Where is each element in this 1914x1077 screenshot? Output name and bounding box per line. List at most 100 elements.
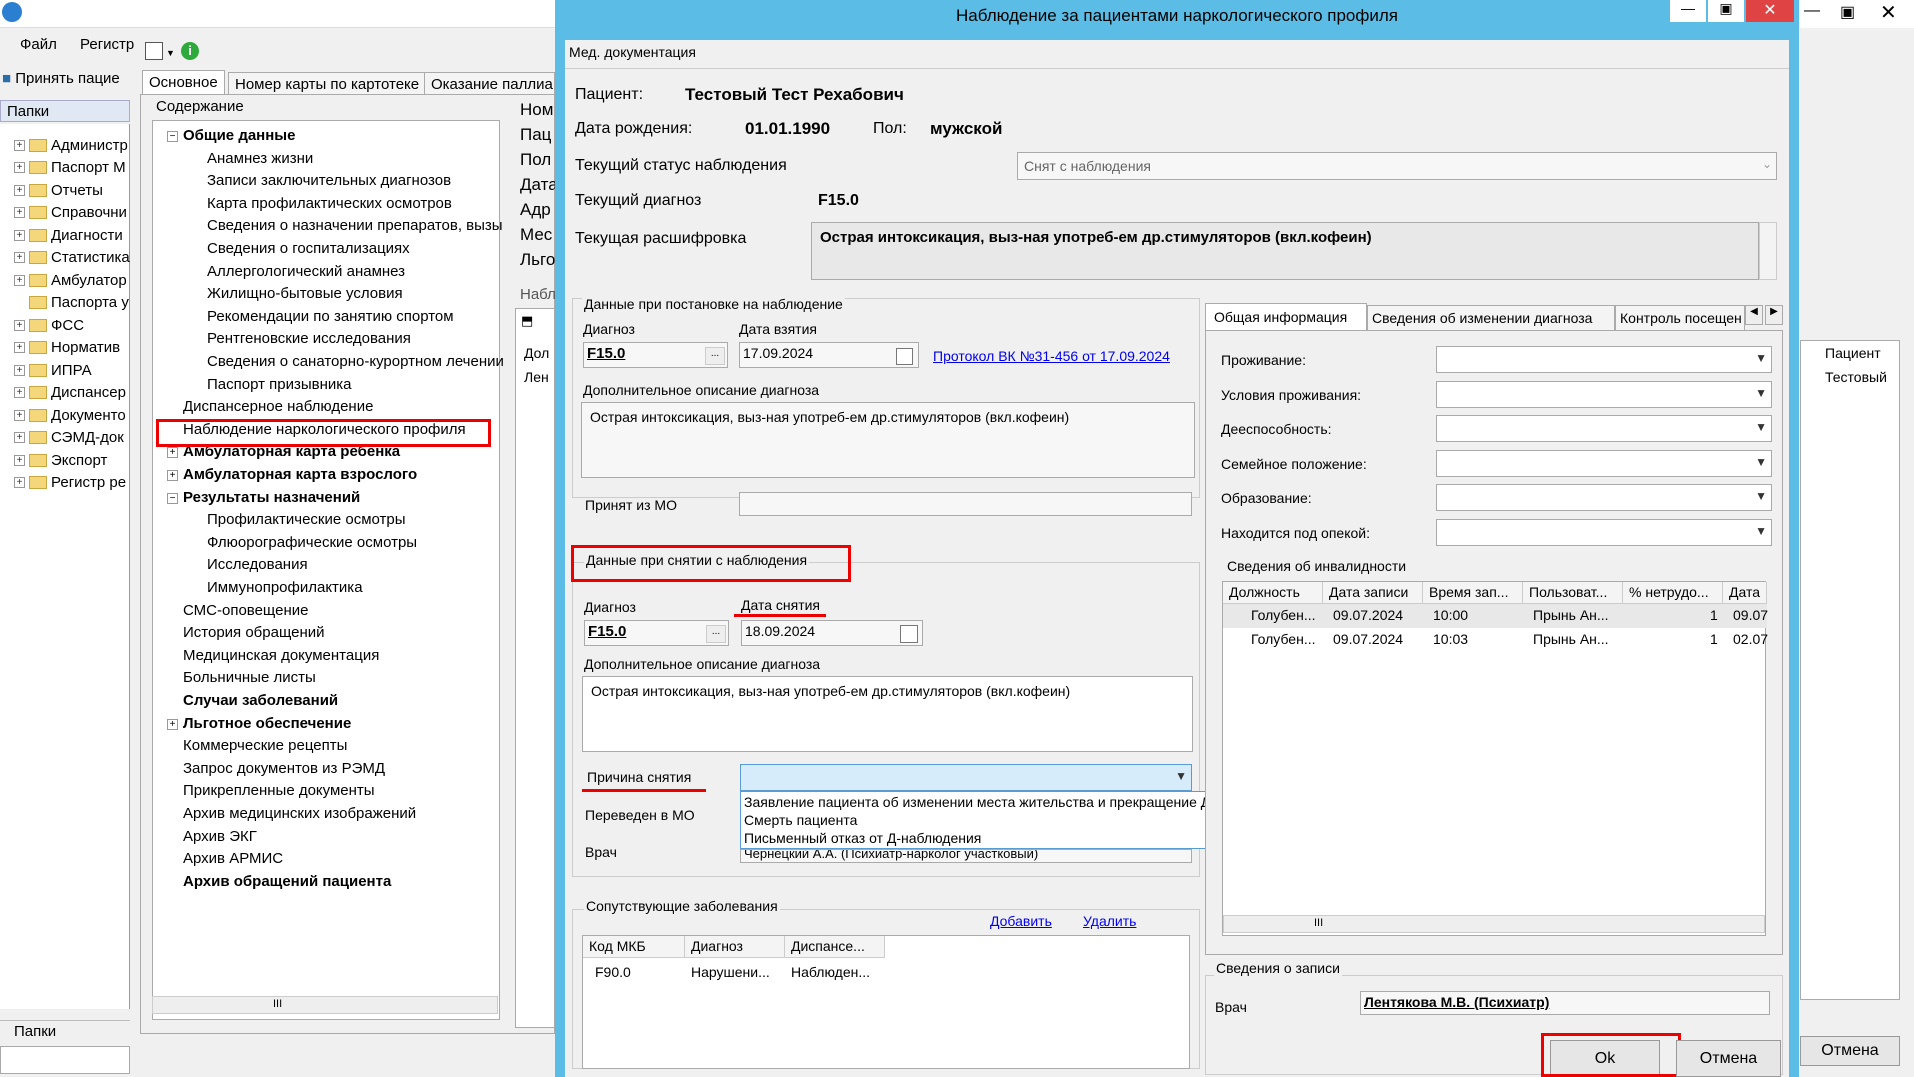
reason-option[interactable]: Письменный отказ от Д-наблюдения bbox=[744, 830, 981, 846]
disability-hscrollbar[interactable]: III bbox=[1223, 915, 1765, 933]
tree-item[interactable]: Архив обращений пациента bbox=[183, 873, 391, 890]
col-header[interactable]: Пользоват... bbox=[1523, 582, 1623, 604]
folder-item[interactable]: + Справочни bbox=[14, 202, 127, 224]
from-mo-input[interactable] bbox=[739, 492, 1192, 516]
folder-item[interactable]: + Статистика bbox=[14, 247, 130, 269]
reg-diag-browse-button[interactable]: ... bbox=[705, 347, 725, 365]
accept-patient-button[interactable]: ■ Принять пацие bbox=[2, 70, 120, 87]
col-header[interactable]: Должность bbox=[1223, 582, 1323, 604]
tab-diag-change[interactable]: Сведения об изменении диагноза bbox=[1367, 305, 1615, 331]
delete-link[interactable]: Удалить bbox=[1083, 913, 1136, 929]
table-cell[interactable]: Прынь Ан... bbox=[1533, 631, 1609, 647]
table-cell[interactable]: F90.0 bbox=[595, 964, 631, 980]
info-field-select[interactable]: ▼ bbox=[1436, 519, 1772, 546]
expand-icon[interactable]: + bbox=[14, 387, 25, 398]
dialog-minimize-icon[interactable]: — bbox=[1670, 0, 1706, 22]
info-field-select[interactable]: ▼ bbox=[1436, 484, 1772, 512]
reason-option[interactable]: Смерть пациента bbox=[744, 812, 857, 828]
tree-item[interactable]: Карта профилактических осмотров bbox=[207, 195, 452, 212]
expand-icon[interactable]: + bbox=[14, 252, 25, 263]
tree-item[interactable]: Запрос документов из РЭМД bbox=[183, 760, 385, 777]
tree-item[interactable]: Медицинская документация bbox=[183, 647, 379, 664]
info-icon[interactable]: i bbox=[181, 42, 199, 60]
expand-icon[interactable]: + bbox=[14, 432, 25, 443]
table-cell[interactable]: 10:03 bbox=[1433, 631, 1468, 647]
tree-item[interactable]: Анамнез жизни bbox=[207, 150, 313, 167]
tab-visit-control[interactable]: Контроль посещен bbox=[1615, 305, 1745, 331]
collapse-icon[interactable]: − bbox=[167, 131, 178, 142]
tree-item[interactable]: Иммунопрофилактика bbox=[207, 579, 363, 596]
rem-date-input[interactable]: 18.09.2024 bbox=[741, 620, 923, 646]
chevron-down-icon[interactable]: ▼ bbox=[166, 48, 175, 58]
info-field-select[interactable]: ▼ bbox=[1436, 449, 1772, 477]
rem-desc-textarea[interactable]: Острая интоксикация, выз-ная употреб-ем … bbox=[582, 676, 1193, 752]
maximize-icon[interactable]: ▣ bbox=[1840, 2, 1855, 22]
table-cell[interactable]: 02.07 bbox=[1733, 631, 1768, 647]
expand-icon[interactable]: + bbox=[167, 470, 178, 481]
minimize-icon[interactable]: — bbox=[1804, 2, 1820, 20]
expand-icon[interactable]: + bbox=[14, 364, 25, 376]
expand-icon[interactable]: + bbox=[14, 162, 25, 173]
expand-icon[interactable]: + bbox=[14, 454, 25, 466]
col-header[interactable]: Диспансе... bbox=[785, 936, 885, 958]
tree-item[interactable]: Прикрепленные документы bbox=[183, 782, 375, 799]
folder-item[interactable]: + Экспорт bbox=[14, 449, 107, 471]
menu-register[interactable]: Регистр bbox=[80, 36, 134, 53]
tab-scroll-left-icon[interactable]: ◀ bbox=[1745, 305, 1763, 325]
expand-icon[interactable]: + bbox=[167, 447, 178, 459]
folder-item[interactable]: + Диагности bbox=[14, 224, 123, 246]
add-link[interactable]: Добавить bbox=[990, 913, 1052, 929]
info-field-select[interactable]: ▼ bbox=[1436, 415, 1772, 443]
rem-diag-browse-button[interactable]: ... bbox=[706, 625, 726, 643]
table-cell[interactable]: 09.07.2024 bbox=[1333, 631, 1403, 647]
main-cancel-button[interactable]: Отмена bbox=[1800, 1036, 1900, 1066]
add-row-icon[interactable]: ⬒ bbox=[521, 313, 533, 329]
tree-item[interactable]: Случаи заболеваний bbox=[183, 692, 338, 709]
folder-item[interactable]: + ИПРА bbox=[14, 359, 92, 381]
expand-icon[interactable]: + bbox=[14, 477, 25, 488]
info-field-select[interactable]: ▼ bbox=[1436, 346, 1772, 373]
folder-item[interactable]: + Отчеты bbox=[14, 179, 103, 201]
protocol-link[interactable]: Протокол ВК №31-456 от 17.09.2024 bbox=[933, 348, 1170, 364]
folder-item[interactable]: + Паспорт М bbox=[14, 157, 126, 179]
folder-item[interactable]: + Регистр ре bbox=[14, 472, 126, 494]
tree-item[interactable]: Архив ЭКГ bbox=[183, 828, 257, 845]
save-icon[interactable] bbox=[145, 42, 163, 60]
calendar-icon[interactable] bbox=[900, 625, 918, 643]
tree-item[interactable]: Амбулаторная карта взрослого bbox=[183, 466, 417, 483]
tree-item[interactable]: Диспансерное наблюдение bbox=[183, 398, 373, 415]
folder-item[interactable]: + Норматив bbox=[14, 337, 120, 359]
tree-item[interactable]: Архив медицинских изображений bbox=[183, 805, 416, 822]
tree-item[interactable]: Результаты назначений bbox=[183, 489, 360, 506]
expand-icon[interactable]: + bbox=[14, 184, 25, 196]
folder-item[interactable]: + Амбулатор bbox=[14, 269, 127, 291]
doctor-input[interactable]: Чернецкий А.А. (Психиатр-нарколог участк… bbox=[740, 849, 1192, 863]
table-cell[interactable]: Нарушени... bbox=[691, 964, 783, 980]
tree-item[interactable]: Больничные листы bbox=[183, 669, 316, 686]
tree-hscrollbar[interactable]: III bbox=[152, 996, 498, 1014]
cancel-button[interactable]: Отмена bbox=[1676, 1040, 1781, 1077]
folder-item[interactable]: + ФСС bbox=[14, 314, 84, 336]
decode-scrollbar[interactable] bbox=[1759, 222, 1777, 280]
col-header[interactable]: Код МКБ bbox=[583, 936, 685, 958]
reg-date-input[interactable]: 17.09.2024 bbox=[739, 342, 919, 368]
col-header[interactable]: Диагноз bbox=[685, 936, 785, 958]
table-cell[interactable]: Наблюден... bbox=[791, 964, 883, 980]
table-cell[interactable]: 1 bbox=[1710, 631, 1718, 647]
folder-item[interactable]: + Документо bbox=[14, 404, 126, 426]
tree-item[interactable]: Коммерческие рецепты bbox=[183, 737, 347, 754]
tab-general-info[interactable]: Общая информация bbox=[1205, 303, 1367, 331]
reg-desc-textarea[interactable]: Острая интоксикация, выз-ная употреб-ем … bbox=[581, 402, 1195, 478]
expand-icon[interactable]: + bbox=[14, 319, 25, 331]
tree-item[interactable]: Паспорт призывника bbox=[207, 376, 352, 393]
tree-item[interactable]: СМС-оповещение bbox=[183, 602, 308, 619]
dialog-maximize-icon[interactable]: ▣ bbox=[1708, 0, 1744, 22]
dialog-close-icon[interactable]: ✕ bbox=[1746, 0, 1794, 22]
tree-item[interactable]: Сведения о санаторно-курортном лечении bbox=[207, 353, 504, 370]
col-header[interactable]: Время зап... bbox=[1423, 582, 1523, 604]
folder-item[interactable]: + СЭМД-док bbox=[14, 427, 124, 449]
tab-card-number[interactable]: Номер карты по картотеке bbox=[228, 72, 427, 96]
folder-item[interactable]: + Диспансер bbox=[14, 382, 126, 404]
tree-item[interactable]: Жилищно-бытовые условия bbox=[207, 285, 403, 302]
expand-icon[interactable]: + bbox=[14, 342, 25, 353]
